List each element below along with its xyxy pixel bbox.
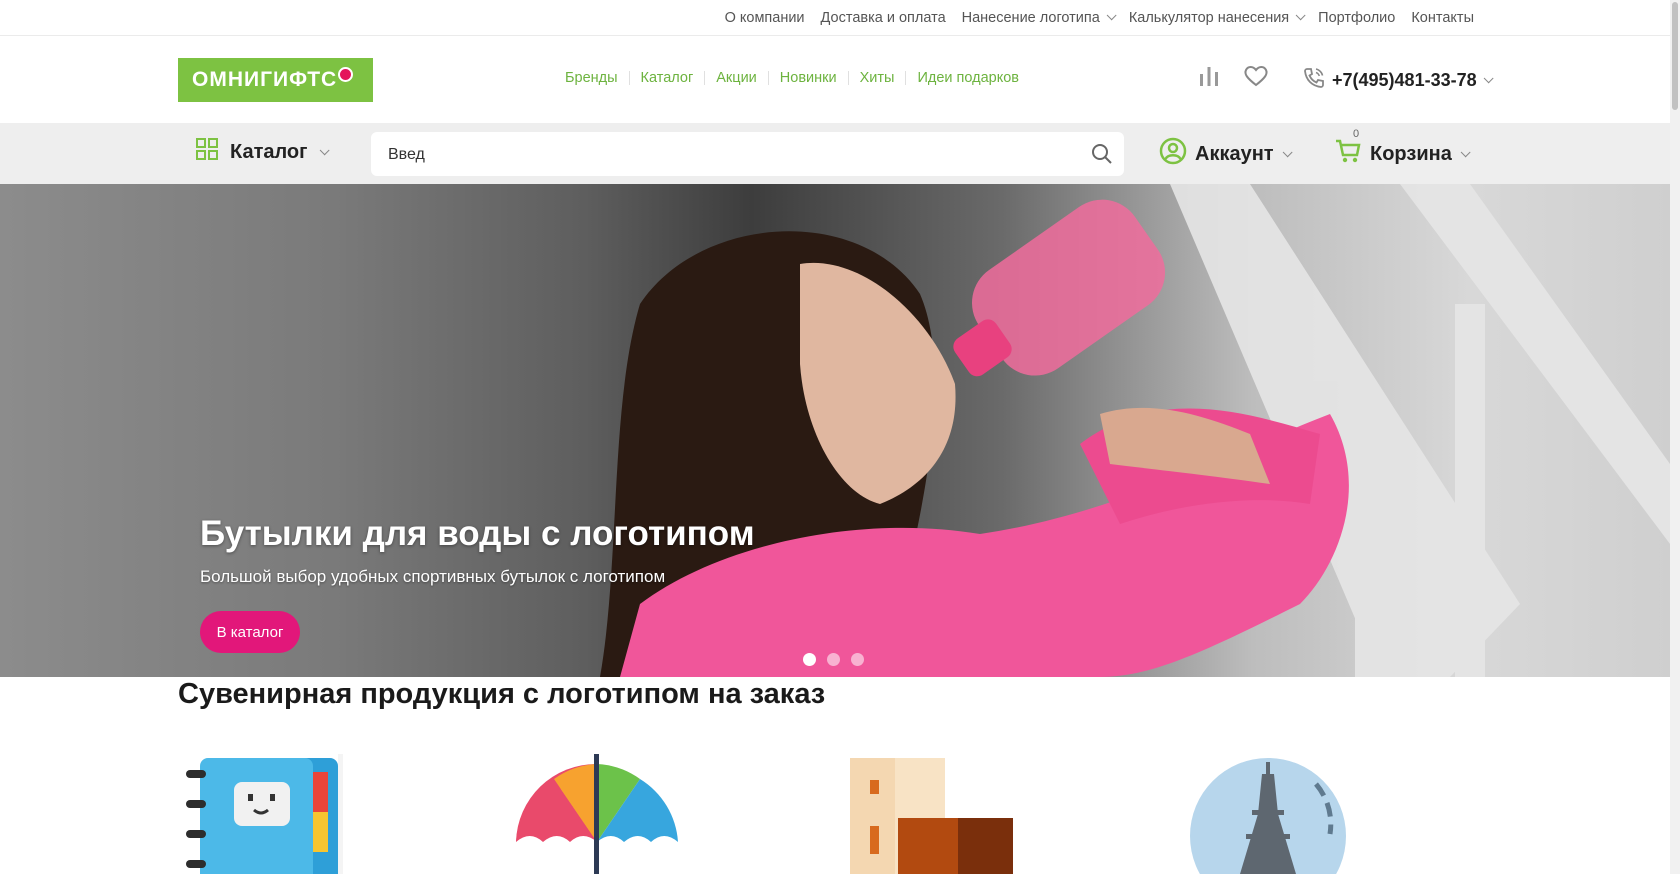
main-header: ОМНИГИФТС Бренды Каталог Акции Новинки Х… <box>0 36 1670 123</box>
notebook-icon <box>186 754 343 874</box>
topnav-calculator[interactable]: Калькулятор нанесения <box>1128 9 1306 26</box>
slider-dot[interactable] <box>851 653 864 666</box>
chevron-down-icon <box>1106 10 1117 21</box>
cart-count-badge: 0 <box>1350 128 1363 140</box>
boxes-icon <box>850 758 1013 874</box>
category-globe[interactable] <box>1186 754 1351 874</box>
nav-brands[interactable]: Бренды <box>565 71 630 85</box>
search-icon[interactable] <box>1090 142 1114 171</box>
topnav-about-label: О компании <box>724 9 805 26</box>
grid-icon <box>196 138 218 166</box>
section-title: Сувенирная продукция с логотипом на зака… <box>178 678 826 710</box>
phone-icon <box>1302 66 1326 95</box>
topnav-delivery[interactable]: Доставка и оплата <box>821 10 946 26</box>
category-notebook[interactable] <box>178 754 343 874</box>
chevron-down-icon <box>320 144 331 155</box>
catalog-menu-label: Каталог <box>230 140 308 163</box>
topnav-portfolio[interactable]: Портфолио <box>1318 10 1395 26</box>
logo-text: ОМНИГИФТС <box>192 68 338 91</box>
topnav-calculator-label: Калькулятор нанесения <box>1128 9 1290 26</box>
hero-banner[interactable]: Бутылки для воды с логотипом Большой выб… <box>0 184 1670 677</box>
topnav-contacts[interactable]: Контакты <box>1411 10 1474 26</box>
compare-icon[interactable] <box>1198 64 1220 93</box>
topnav-logo-printing[interactable]: Нанесение логотипа <box>961 9 1117 26</box>
nav-sales[interactable]: Акции <box>705 71 769 85</box>
hero-catalog-button[interactable]: В каталог <box>200 611 300 653</box>
scrollbar-thumb[interactable] <box>1672 2 1678 110</box>
topnav-about[interactable]: О компании <box>725 10 805 26</box>
nav-new[interactable]: Новинки <box>769 71 849 85</box>
globe-icon <box>1190 758 1346 874</box>
topnav-portfolio-label: Портфолио <box>1318 9 1396 26</box>
account-button[interactable]: Аккаунт <box>1159 137 1293 171</box>
top-nav: О компании Доставка и оплата Нанесение л… <box>725 0 1474 35</box>
hero-subtitle: Большой выбор удобных спортивных бутылок… <box>200 567 666 586</box>
topnav-delivery-label: Доставка и оплата <box>820 9 946 26</box>
logo-dot-icon <box>338 66 354 82</box>
site-logo[interactable]: ОМНИГИФТС <box>178 58 373 102</box>
heart-icon[interactable] <box>1243 64 1269 93</box>
category-boxes[interactable] <box>850 754 1015 874</box>
chevron-down-icon <box>1460 146 1471 157</box>
chevron-down-icon <box>1295 10 1306 21</box>
page-scrollbar[interactable] <box>1670 0 1680 874</box>
search-bar-row: Каталог Аккаунт 0 Корзина <box>0 123 1670 184</box>
category-umbrella[interactable] <box>514 754 679 874</box>
top-utility-bar: О компании Доставка и оплата Нанесение л… <box>0 0 1670 36</box>
nav-hits[interactable]: Хиты <box>849 71 907 85</box>
hero-title: Бутылки для воды с логотипом <box>200 514 755 553</box>
phone-number: +7(495)481-33-78 <box>1332 70 1477 90</box>
chevron-down-icon <box>1483 73 1494 84</box>
slider-dot[interactable] <box>827 653 840 666</box>
cart-label: Корзина <box>1370 142 1452 165</box>
cart-icon <box>1334 137 1362 171</box>
phone-block[interactable]: +7(495)481-33-78 <box>1302 66 1494 95</box>
nav-gift-ideas[interactable]: Идеи подарков <box>906 71 1030 86</box>
account-label: Аккаунт <box>1195 142 1274 165</box>
hero-photo <box>600 184 1670 677</box>
chevron-down-icon <box>1282 146 1293 157</box>
user-icon <box>1159 137 1187 171</box>
topnav-contacts-label: Контакты <box>1411 9 1474 26</box>
slider-dots <box>803 653 864 666</box>
catalog-menu-button[interactable]: Каталог <box>196 138 331 166</box>
search-input[interactable] <box>371 132 1090 178</box>
main-nav: Бренды Каталог Акции Новинки Хиты Идеи п… <box>565 71 1030 86</box>
umbrella-icon <box>516 754 678 874</box>
topnav-logo-printing-label: Нанесение логотипа <box>961 9 1100 26</box>
search-box <box>371 132 1124 178</box>
nav-catalog[interactable]: Каталог <box>630 71 706 85</box>
cart-button[interactable]: 0 Корзина <box>1334 128 1471 171</box>
slider-dot[interactable] <box>803 653 816 666</box>
